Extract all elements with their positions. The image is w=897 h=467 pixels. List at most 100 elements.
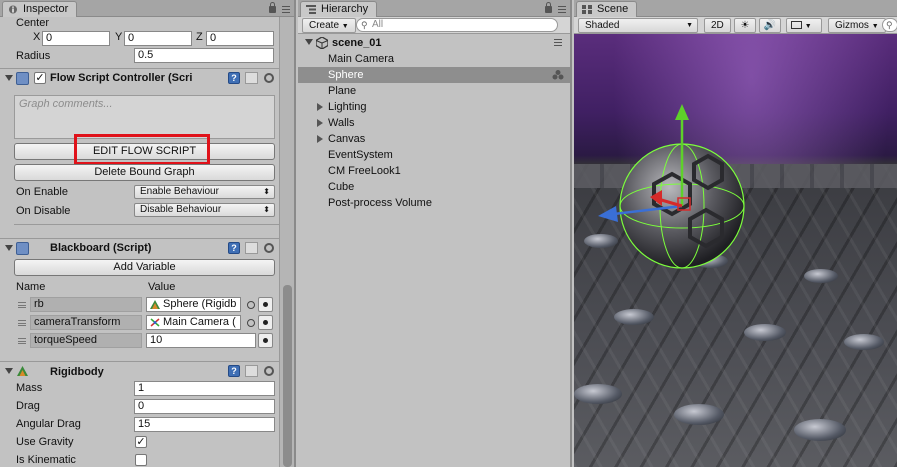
hierarchy-search-input[interactable]: ⚲ All (356, 18, 558, 32)
variable-value-field[interactable]: Sphere (Rigidb (146, 297, 241, 312)
radius-label: Radius (16, 50, 51, 62)
gear-icon[interactable] (264, 243, 274, 253)
toggle-2d-button[interactable]: 2D (704, 18, 731, 33)
tab-hierarchy-label: Hierarchy (321, 3, 369, 15)
foldout-icon[interactable] (5, 368, 13, 374)
tab-menu-icon[interactable] (282, 6, 290, 13)
drag-handle-icon[interactable] (18, 338, 26, 344)
center-x-label: X (33, 31, 41, 43)
hierarchy-item-canvas[interactable]: Canvas (298, 131, 570, 147)
hierarchy-item-lighting[interactable]: Lighting (298, 99, 570, 115)
scene-panel: Scene Shaded ▼ 2D ☀ 🔊 ▼ Gizmos ▼ ⚲ (574, 0, 897, 467)
mass-field[interactable]: 1 (134, 381, 275, 396)
variable-value-text: Main Camera ( (163, 316, 236, 328)
center-x-field[interactable]: 0 (42, 31, 110, 46)
lock-icon[interactable] (269, 2, 277, 13)
speaker-icon: 🔊 (763, 20, 777, 31)
shading-mode-dropdown[interactable]: Shaded ▼ (578, 18, 698, 33)
hierarchy-item-walls[interactable]: Walls (298, 115, 570, 131)
hierarchy-item-plane[interactable]: Plane (298, 83, 570, 99)
hierarchy-icon (306, 5, 316, 14)
expand-icon[interactable] (305, 39, 313, 45)
hierarchy-item-eventsystem[interactable]: EventSystem (298, 147, 570, 163)
foldout-icon[interactable] (5, 75, 13, 81)
search-icon: ⚲ (886, 20, 893, 30)
delete-bound-graph-button[interactable]: Delete Bound Graph (14, 164, 275, 181)
gizmos-label: Gizmos (835, 20, 869, 31)
lighting-toggle[interactable]: ☀ (734, 18, 756, 33)
on-enable-label: On Enable (16, 186, 68, 198)
expand-icon[interactable] (317, 135, 323, 143)
center-z-field[interactable]: 0 (206, 31, 274, 46)
dropdown-arrow-icon: ⬍ (263, 205, 270, 214)
variable-options-button[interactable] (258, 297, 273, 312)
is-kinematic-checkbox[interactable] (135, 454, 147, 466)
help-icon[interactable]: ? (228, 242, 240, 254)
on-disable-dropdown[interactable]: Disable Behaviour ⬍ (134, 203, 275, 217)
expand-icon[interactable] (317, 103, 323, 111)
object-picker-icon[interactable] (247, 319, 255, 327)
sphere-object[interactable] (594, 94, 754, 279)
hierarchy-item-label: Canvas (328, 133, 366, 145)
object-picker-icon[interactable] (247, 301, 255, 309)
hierarchy-item-label: EventSystem (328, 149, 393, 161)
use-gravity-label: Use Gravity (16, 436, 74, 448)
add-variable-button[interactable]: Add Variable (14, 259, 275, 276)
hierarchy-item-sphere[interactable]: Sphere (298, 67, 570, 83)
script-icon (16, 72, 29, 85)
scene-viewport[interactable] (574, 34, 897, 467)
drag-field[interactable]: 0 (134, 399, 275, 414)
tab-inspector[interactable]: Inspector (2, 1, 78, 17)
script-icon (16, 242, 29, 255)
gear-icon[interactable] (264, 366, 274, 376)
hierarchy-item-post-process-volume[interactable]: Post-process Volume (298, 195, 570, 211)
scrollbar-thumb[interactable] (283, 285, 292, 467)
gizmos-dropdown[interactable]: Gizmos ▼ (828, 18, 886, 33)
blackboard-component-header[interactable]: Blackboard (Script) ? (0, 238, 280, 257)
tab-menu-icon[interactable] (558, 6, 566, 13)
presets-icon[interactable] (245, 365, 258, 377)
grid-icon (582, 5, 592, 14)
help-icon[interactable]: ? (228, 72, 240, 84)
hierarchy-tab-controls (545, 2, 566, 14)
angular-drag-field[interactable]: 15 (134, 417, 275, 432)
variable-name-field[interactable]: cameraTransform (30, 315, 142, 330)
variable-value-field[interactable]: 10 (146, 333, 256, 348)
scene-menu-icon[interactable] (554, 39, 562, 46)
variable-name-field[interactable]: torqueSpeed (30, 333, 142, 348)
presets-icon[interactable] (245, 242, 258, 254)
hierarchy-item-cube[interactable]: Cube (298, 179, 570, 195)
flow-script-enabled-checkbox[interactable]: ✓ (34, 72, 46, 84)
help-icon[interactable]: ? (228, 365, 240, 377)
rigidbody-component-header[interactable]: Rigidbody ? (0, 361, 280, 380)
variable-options-button[interactable] (258, 315, 273, 330)
tab-scene[interactable]: Scene (576, 1, 638, 17)
lock-icon[interactable] (545, 2, 553, 13)
graph-comments-textarea[interactable]: Graph comments... (14, 95, 275, 139)
on-enable-dropdown[interactable]: Enable Behaviour ⬍ (134, 185, 275, 199)
scene-search-input[interactable]: ⚲ (882, 18, 897, 32)
effects-dropdown[interactable]: ▼ (786, 18, 822, 33)
audio-toggle[interactable]: 🔊 (759, 18, 781, 33)
tab-hierarchy[interactable]: Hierarchy (300, 1, 378, 17)
drag-handle-icon[interactable] (18, 320, 26, 326)
hierarchy-item-main-camera[interactable]: Main Camera (298, 51, 570, 67)
variable-options-button[interactable] (258, 333, 273, 348)
foldout-icon[interactable] (5, 245, 13, 251)
flow-script-component-header[interactable]: ✓ Flow Script Controller (Scri ? (0, 68, 280, 87)
inspector-tab-controls (269, 2, 290, 14)
scene-root-row[interactable]: scene_01 (298, 35, 570, 51)
create-dropdown[interactable]: Create ▼ (302, 18, 356, 33)
expand-icon[interactable] (317, 119, 323, 127)
variable-value-field[interactable]: Main Camera ( (146, 315, 241, 330)
info-icon (9, 5, 17, 14)
gear-icon[interactable] (264, 73, 274, 83)
inspector-scrollbar[interactable] (279, 17, 294, 467)
center-y-field[interactable]: 0 (124, 31, 192, 46)
variable-name-field[interactable]: rb (30, 297, 142, 312)
drag-handle-icon[interactable] (18, 302, 26, 308)
hierarchy-item-cm-freelook1[interactable]: CM FreeLook1 (298, 163, 570, 179)
use-gravity-checkbox[interactable]: ✓ (135, 436, 147, 448)
presets-icon[interactable] (245, 72, 258, 84)
radius-field[interactable]: 0.5 (134, 48, 274, 63)
